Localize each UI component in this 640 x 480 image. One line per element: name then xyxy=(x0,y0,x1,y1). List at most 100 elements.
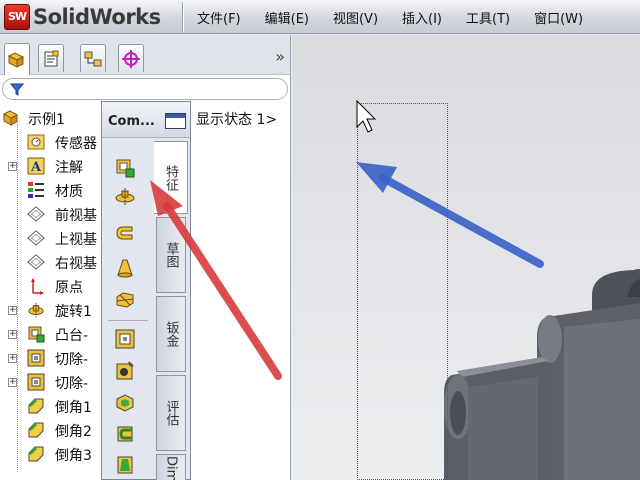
tree-item-label: 上视基 xyxy=(55,232,97,248)
plane-icon xyxy=(27,253,45,271)
tree-item-label: 材质 xyxy=(55,184,83,200)
tool-divider xyxy=(108,320,148,321)
tree-item-chamfer3[interactable]: 倒角3 xyxy=(0,442,100,466)
tree-item-annotations[interactable]: + A 注解 xyxy=(0,154,100,178)
expand-toggle[interactable]: + xyxy=(8,330,17,339)
tab-evaluate[interactable]: 评估 xyxy=(156,375,186,451)
expand-toggle[interactable]: + xyxy=(8,378,17,387)
panel-tab-strip: » xyxy=(0,35,290,75)
tree-item-label: 传感器 xyxy=(55,136,97,152)
tree-item-sensors[interactable]: 传感器 xyxy=(0,130,100,154)
menu-file[interactable]: 文件(F) xyxy=(185,8,253,27)
featuremanager-tab[interactable] xyxy=(4,43,30,75)
tree-item-label: 切除- xyxy=(55,376,89,392)
extruded-boss-icon[interactable] xyxy=(114,157,136,179)
command-manager-title: Com... xyxy=(108,114,155,129)
tree-item-label: 旋转1 xyxy=(55,304,92,320)
display-state-label: 显示状态 1> xyxy=(196,112,278,128)
material-icon xyxy=(27,181,45,199)
swept-boss-icon[interactable] xyxy=(114,222,136,244)
menu-separator xyxy=(182,2,184,32)
tree-item-label: 倒角1 xyxy=(55,400,92,416)
tree-item-top-plane[interactable]: 上视基 xyxy=(0,226,100,250)
tree-item-origin[interactable]: 原点 xyxy=(0,274,100,298)
tree-item-cut2[interactable]: + 切除- xyxy=(0,370,100,394)
command-manager-popup: Com... 特征 草图 钣金 评估 Dim xyxy=(101,101,191,480)
tab-dimxpert[interactable]: Dim xyxy=(156,454,186,480)
chamfer-icon xyxy=(27,397,45,415)
tab-label: 钣金 xyxy=(163,321,179,347)
hole-wizard-icon[interactable] xyxy=(114,359,136,381)
svg-text:A: A xyxy=(30,160,42,175)
lofted-boss-icon[interactable] xyxy=(114,257,136,279)
tree-item-label: 前视基 xyxy=(55,208,97,224)
sensor-icon xyxy=(27,133,45,151)
menu-window[interactable]: 窗口(W) xyxy=(522,8,595,27)
tree-item-label: 倒角2 xyxy=(55,424,92,440)
tree-item-revolve1[interactable]: + 旋转1 xyxy=(0,298,100,322)
revolved-cut-icon[interactable] xyxy=(114,392,136,414)
tab-label: 特征 xyxy=(163,164,178,191)
tab-label: 评估 xyxy=(163,400,179,426)
featuremanager-icon xyxy=(7,51,25,68)
cut-icon xyxy=(27,349,45,367)
boundary-boss-icon[interactable] xyxy=(114,288,136,310)
menu-tools[interactable]: 工具(T) xyxy=(454,8,522,27)
graphics-area[interactable] xyxy=(292,35,640,480)
tree-root-label: 示例1 xyxy=(28,112,65,128)
expand-toggle[interactable]: + xyxy=(8,306,17,315)
menu-bar: 文件(F) 编辑(E) 视图(V) 插入(I) 工具(T) 窗口(W) xyxy=(185,0,595,34)
command-manager-header: Com... xyxy=(102,102,190,138)
plane-icon xyxy=(27,205,45,223)
plane-icon xyxy=(27,229,45,247)
tree-item-cut1[interactable]: + 切除- xyxy=(0,346,100,370)
propertymanager-icon xyxy=(44,50,59,66)
propertymanager-tab[interactable] xyxy=(38,44,64,72)
tree-filter-input[interactable] xyxy=(2,78,288,100)
tree-item-label: 原点 xyxy=(55,280,83,296)
expand-toggle[interactable]: + xyxy=(8,354,17,363)
tree-item-chamfer2[interactable]: 倒角2 xyxy=(0,418,100,442)
revolved-boss-icon[interactable] xyxy=(114,186,136,208)
tree-item-label: 注解 xyxy=(55,160,83,176)
expand-toggle[interactable]: + xyxy=(8,162,17,171)
origin-icon xyxy=(27,277,45,295)
configurationmanager-icon xyxy=(84,51,102,66)
collapse-panel-icon[interactable]: » xyxy=(275,47,285,66)
tree-item-label: 切除- xyxy=(55,352,89,368)
tree-item-boss[interactable]: + 凸台- xyxy=(0,322,100,346)
selection-box xyxy=(357,103,448,480)
tree-item-right-plane[interactable]: 右视基 xyxy=(0,250,100,274)
chamfer-icon xyxy=(27,421,45,439)
tree-item-chamfer1[interactable]: 倒角1 xyxy=(0,394,100,418)
lofted-cut-icon[interactable] xyxy=(114,454,136,476)
tab-label: Dim xyxy=(163,455,179,480)
menu-edit[interactable]: 编辑(E) xyxy=(253,8,321,27)
tree-item-label: 倒角3 xyxy=(55,448,92,464)
tab-sketch[interactable]: 草图 xyxy=(156,217,186,293)
menu-insert[interactable]: 插入(I) xyxy=(390,8,454,27)
tree-item-label: 右视基 xyxy=(55,256,97,272)
configurationmanager-tab[interactable] xyxy=(80,44,106,72)
tab-sheet-metal[interactable]: 钣金 xyxy=(156,296,186,372)
tree-item-material[interactable]: 材质 xyxy=(0,178,100,202)
tab-features[interactable]: 特征 xyxy=(154,141,188,214)
tab-label: 草图 xyxy=(163,242,179,268)
funnel-icon xyxy=(10,83,24,96)
dimxpert-tab[interactable] xyxy=(118,44,144,72)
title-bar: SW SolidWorks 文件(F) 编辑(E) 视图(V) 插入(I) 工具… xyxy=(0,0,640,34)
dimxpert-crosshair-icon xyxy=(122,49,140,68)
menu-view[interactable]: 视图(V) xyxy=(321,8,390,27)
extruded-cut-icon[interactable] xyxy=(114,328,136,350)
part-icon xyxy=(2,109,20,127)
revolve-icon xyxy=(27,301,45,319)
cut-icon xyxy=(27,373,45,391)
window-icon[interactable] xyxy=(165,113,186,129)
swept-cut-icon[interactable] xyxy=(114,423,136,445)
boss-icon xyxy=(27,325,45,343)
tree-item-front-plane[interactable]: 前视基 xyxy=(0,202,100,226)
annotation-icon: A xyxy=(27,157,45,175)
app-name: SolidWorks xyxy=(33,4,161,29)
solidworks-logo[interactable]: SW SolidWorks xyxy=(4,3,161,30)
command-manager-tabs: 特征 草图 钣金 评估 Dim xyxy=(154,139,190,480)
